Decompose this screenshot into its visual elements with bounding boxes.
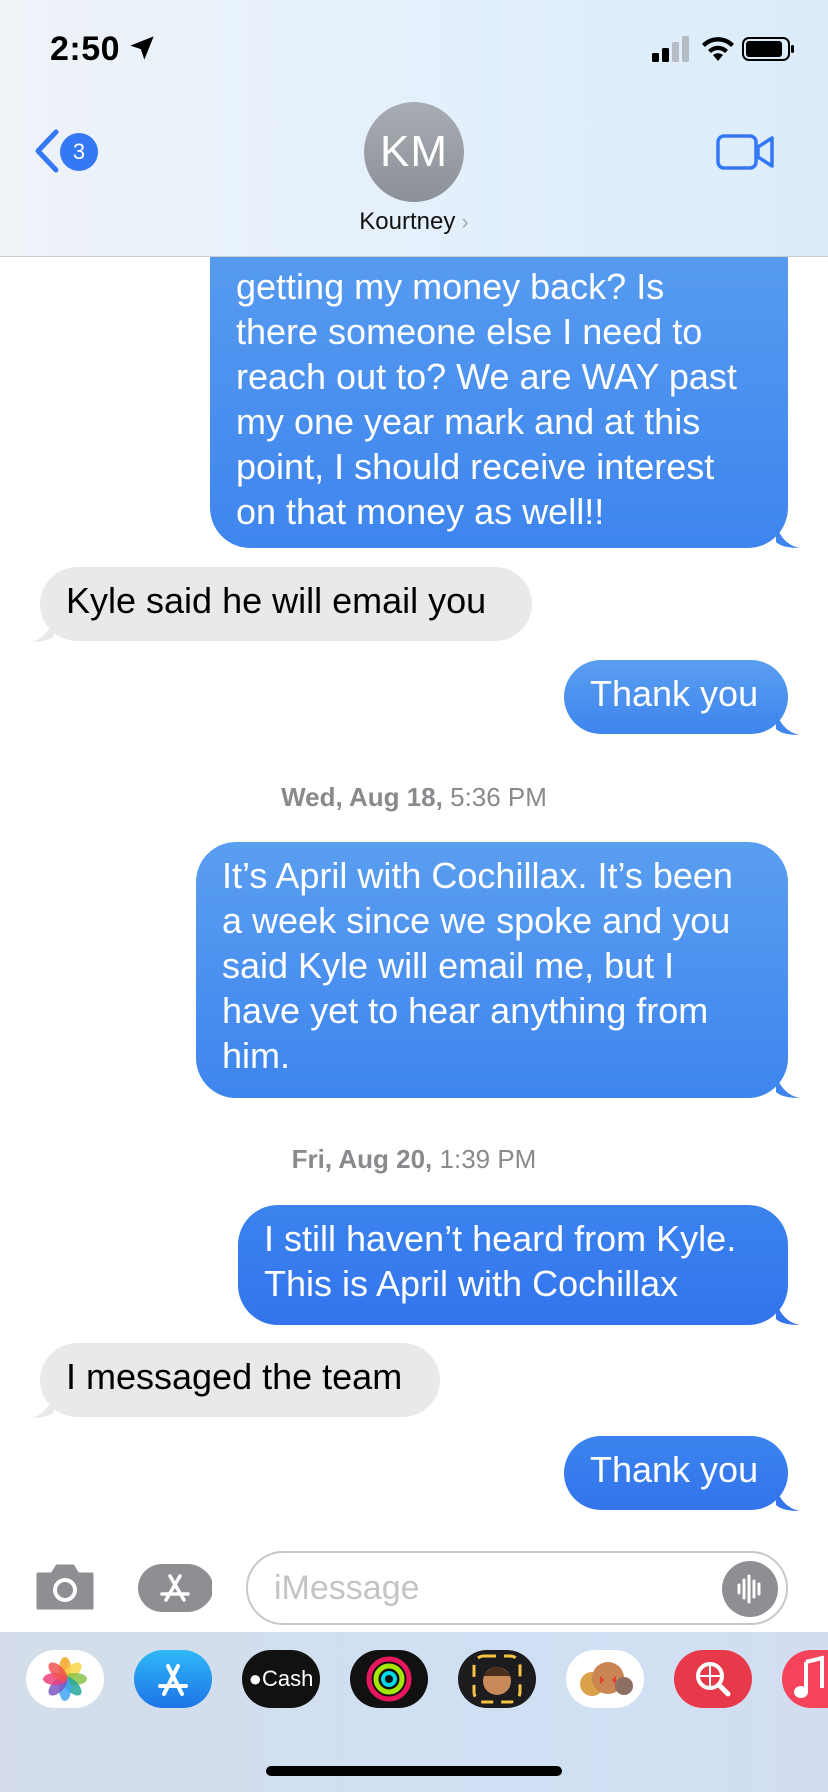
home-indicator[interactable] — [266, 1766, 562, 1776]
memoji-stickers-app-icon[interactable] — [566, 1650, 644, 1708]
app-store-glyph-icon — [158, 1664, 188, 1696]
photos-app-icon[interactable] — [26, 1650, 104, 1708]
incoming-message[interactable]: Kyle said he will email you — [40, 567, 532, 641]
chevron-right-icon: › — [461, 209, 469, 234]
audio-message-button[interactable] — [722, 1561, 778, 1617]
location-arrow-icon — [130, 36, 154, 60]
message-line: It’s April with Cochillax. It’s been — [222, 855, 733, 896]
activity-rings-icon — [366, 1656, 412, 1702]
contact-name-label: Kourtney — [359, 208, 456, 235]
outgoing-message[interactable]: getting my money back? Is there someone … — [210, 257, 788, 548]
outgoing-message[interactable]: Thank you — [564, 660, 788, 734]
battery-icon — [742, 37, 794, 61]
message-text: Thank you — [590, 673, 759, 714]
wifi-icon — [702, 37, 734, 61]
message-text: Kyle said he will email you — [66, 580, 487, 621]
apple-cash-app-icon[interactable]: ●Cash — [242, 1650, 320, 1708]
app-store-icon — [160, 1568, 214, 1608]
message-text: I messaged the team — [66, 1356, 403, 1397]
contact-avatar[interactable]: KM — [364, 102, 464, 202]
app-store-drawer-button[interactable] — [138, 1564, 214, 1612]
message-line: him. — [222, 1035, 291, 1076]
memoji-face-icon — [472, 1654, 522, 1704]
message-line: a week since we spoke and you — [222, 900, 731, 941]
bubble-tail — [776, 1485, 800, 1511]
bubble-tail — [776, 1072, 800, 1098]
bubble-tail — [30, 616, 54, 642]
outgoing-message[interactable]: Thank you — [564, 1436, 788, 1510]
timestamp-day: Wed, Aug 18, — [281, 782, 443, 812]
photos-flower-icon — [43, 1657, 87, 1701]
message-line: reach out to? We are WAY past — [236, 356, 737, 397]
cash-label: Cash — [261, 1666, 314, 1691]
message-line: said Kyle will email me, but I — [222, 945, 675, 986]
message-line: my one year mark and at this — [236, 401, 701, 442]
app-store-icon[interactable] — [134, 1650, 212, 1708]
bubble-tail — [776, 522, 800, 548]
cellular-signal-icon — [652, 36, 689, 62]
memoji-app-icon[interactable] — [458, 1650, 536, 1708]
timestamp-time: 5:36 PM — [450, 782, 547, 812]
message-line: point, I should receive interest — [236, 446, 715, 487]
search-images-app-icon[interactable] — [674, 1650, 752, 1708]
timestamp-day: Fri, Aug 20, — [291, 1144, 433, 1174]
outgoing-message[interactable]: It’s April with Cochillax. It’s been a w… — [196, 842, 788, 1098]
video-camera-icon[interactable] — [716, 132, 774, 172]
activity-app-icon[interactable] — [350, 1650, 428, 1708]
message-input[interactable]: iMessage — [246, 1551, 788, 1625]
message-line: I still haven’t heard from Kyle. — [264, 1218, 737, 1259]
incoming-message[interactable]: I messaged the team — [40, 1343, 440, 1417]
contact-name-button[interactable]: Kourtney › — [0, 208, 828, 236]
message-input-placeholder: iMessage — [274, 1569, 420, 1607]
outgoing-message[interactable]: I still haven’t heard from Kyle. This is… — [238, 1205, 788, 1325]
message-line: getting my money back? Is — [236, 266, 665, 307]
apple-logo-icon: ● — [248, 1666, 262, 1691]
memoji-stickers-icon — [580, 1662, 633, 1696]
chevron-left-icon[interactable] — [30, 128, 62, 174]
magnifier-globe-icon — [696, 1662, 731, 1697]
message-line: on that money as well!! — [236, 491, 605, 532]
bubble-tail — [776, 1299, 800, 1325]
message-line: This is April with Cochillax — [264, 1263, 679, 1304]
bubble-tail — [30, 1392, 54, 1418]
timestamp-time: 1:39 PM — [439, 1144, 537, 1174]
unread-count-badge[interactable]: 3 — [60, 133, 98, 171]
camera-icon[interactable] — [34, 1562, 96, 1612]
bubble-tail — [776, 709, 800, 735]
timestamp: Fri, Aug 20, 1:39 PM — [0, 1144, 828, 1175]
message-line: have yet to hear anything from — [222, 990, 709, 1031]
timestamp: Wed, Aug 18, 5:36 PM — [0, 782, 828, 813]
message-line: there someone else I need to — [236, 311, 703, 352]
status-time: 2:50 — [50, 30, 121, 68]
message-text: Thank you — [590, 1449, 759, 1490]
waveform-icon — [737, 1574, 761, 1604]
